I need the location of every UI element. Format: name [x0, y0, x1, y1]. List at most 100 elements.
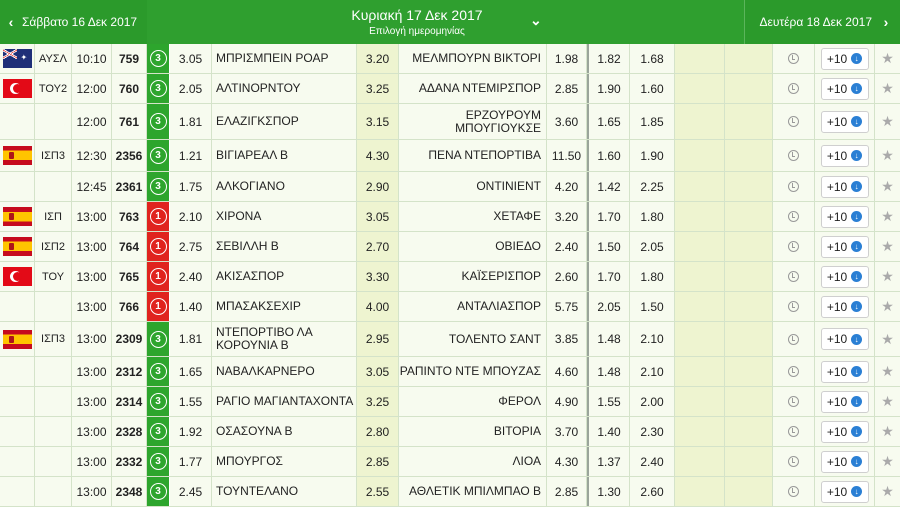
- odd-away[interactable]: 5.75: [547, 292, 587, 321]
- empty-odd-cell[interactable]: [675, 447, 725, 476]
- odd-over[interactable]: 1.68: [630, 44, 675, 73]
- odd-under[interactable]: 1.50: [587, 232, 630, 261]
- more-markets-button[interactable]: +10 ↓: [820, 47, 869, 70]
- odd-away[interactable]: 2.85: [547, 74, 587, 103]
- odd-draw[interactable]: 3.15: [357, 104, 399, 139]
- empty-odd-cell[interactable]: [675, 417, 725, 446]
- odd-under[interactable]: 1.55: [587, 387, 630, 416]
- odd-over[interactable]: 2.00: [630, 387, 675, 416]
- odd-home[interactable]: 2.10: [170, 202, 212, 231]
- star-icon[interactable]: ★: [881, 113, 894, 130]
- empty-odd-cell[interactable]: [675, 387, 725, 416]
- odd-over[interactable]: 2.10: [630, 322, 675, 356]
- odd-home[interactable]: 3.05: [170, 44, 212, 73]
- odd-home[interactable]: 1.40: [170, 292, 212, 321]
- odd-home[interactable]: 2.40: [170, 262, 212, 291]
- odd-home[interactable]: 1.21: [170, 140, 212, 171]
- odd-draw[interactable]: 2.80: [357, 417, 399, 446]
- odd-home[interactable]: 1.81: [170, 322, 212, 356]
- odd-under[interactable]: 1.48: [587, 322, 630, 356]
- prev-day-button[interactable]: ‹ Σάββατο 16 Δεκ 2017: [0, 0, 147, 44]
- odd-draw[interactable]: 2.55: [357, 477, 399, 506]
- empty-odd-cell[interactable]: [725, 477, 773, 506]
- star-icon[interactable]: ★: [881, 80, 894, 97]
- odd-home[interactable]: 2.45: [170, 477, 212, 506]
- odd-draw[interactable]: 4.00: [357, 292, 399, 321]
- odd-away[interactable]: 3.20: [547, 202, 587, 231]
- odd-over[interactable]: 1.50: [630, 292, 675, 321]
- more-markets-button[interactable]: +10 ↓: [820, 77, 869, 100]
- odd-draw[interactable]: 2.90: [357, 172, 399, 201]
- odd-draw[interactable]: 4.30: [357, 140, 399, 171]
- odd-away[interactable]: 4.60: [547, 357, 587, 386]
- odd-home[interactable]: 1.75: [170, 172, 212, 201]
- odd-away[interactable]: 2.40: [547, 232, 587, 261]
- star-icon[interactable]: ★: [881, 147, 894, 164]
- odd-away[interactable]: 4.90: [547, 387, 587, 416]
- empty-odd-cell[interactable]: [675, 140, 725, 171]
- odd-draw[interactable]: 3.25: [357, 74, 399, 103]
- odd-under[interactable]: 1.37: [587, 447, 630, 476]
- odd-away[interactable]: 4.30: [547, 447, 587, 476]
- more-markets-button[interactable]: +10 ↓: [820, 235, 869, 258]
- odd-under[interactable]: 1.42: [587, 172, 630, 201]
- empty-odd-cell[interactable]: [675, 322, 725, 356]
- empty-odd-cell[interactable]: [725, 357, 773, 386]
- empty-odd-cell[interactable]: [725, 172, 773, 201]
- odd-away[interactable]: 2.60: [547, 262, 587, 291]
- star-icon[interactable]: ★: [881, 238, 894, 255]
- odd-under[interactable]: 1.30: [587, 477, 630, 506]
- odd-draw[interactable]: 3.30: [357, 262, 399, 291]
- more-markets-button[interactable]: +10 ↓: [820, 420, 869, 443]
- odd-draw[interactable]: 3.20: [357, 44, 399, 73]
- empty-odd-cell[interactable]: [725, 104, 773, 139]
- empty-odd-cell[interactable]: [675, 74, 725, 103]
- double-chevron-down-icon[interactable]: ⌄: [530, 12, 542, 29]
- more-markets-button[interactable]: +10 ↓: [820, 110, 869, 133]
- empty-odd-cell[interactable]: [675, 477, 725, 506]
- empty-odd-cell[interactable]: [725, 262, 773, 291]
- odd-away[interactable]: 3.60: [547, 104, 587, 139]
- empty-odd-cell[interactable]: [725, 232, 773, 261]
- odd-under[interactable]: 2.05: [587, 292, 630, 321]
- odd-over[interactable]: 1.80: [630, 262, 675, 291]
- star-icon[interactable]: ★: [881, 423, 894, 440]
- empty-odd-cell[interactable]: [675, 172, 725, 201]
- odd-under[interactable]: 1.48: [587, 357, 630, 386]
- odd-home[interactable]: 1.81: [170, 104, 212, 139]
- star-icon[interactable]: ★: [881, 208, 894, 225]
- star-icon[interactable]: ★: [881, 363, 894, 380]
- odd-over[interactable]: 1.80: [630, 202, 675, 231]
- odd-over[interactable]: 1.90: [630, 140, 675, 171]
- odd-away[interactable]: 11.50: [547, 140, 587, 171]
- next-day-button[interactable]: Δευτέρα 18 Δεκ 2017 ›: [744, 0, 900, 44]
- more-markets-button[interactable]: +10 ↓: [820, 295, 869, 318]
- empty-odd-cell[interactable]: [725, 292, 773, 321]
- empty-odd-cell[interactable]: [725, 74, 773, 103]
- odd-draw[interactable]: 3.25: [357, 387, 399, 416]
- odd-over[interactable]: 2.60: [630, 477, 675, 506]
- odd-under[interactable]: 1.40: [587, 417, 630, 446]
- empty-odd-cell[interactable]: [725, 202, 773, 231]
- more-markets-button[interactable]: +10 ↓: [820, 480, 869, 503]
- odd-away[interactable]: 2.85: [547, 477, 587, 506]
- odd-under[interactable]: 1.82: [587, 44, 630, 73]
- empty-odd-cell[interactable]: [675, 202, 725, 231]
- odd-home[interactable]: 2.05: [170, 74, 212, 103]
- more-markets-button[interactable]: +10 ↓: [820, 205, 869, 228]
- empty-odd-cell[interactable]: [725, 44, 773, 73]
- empty-odd-cell[interactable]: [725, 322, 773, 356]
- empty-odd-cell[interactable]: [675, 44, 725, 73]
- odd-home[interactable]: 1.92: [170, 417, 212, 446]
- star-icon[interactable]: ★: [881, 393, 894, 410]
- more-markets-button[interactable]: +10 ↓: [820, 265, 869, 288]
- odd-draw[interactable]: 3.05: [357, 202, 399, 231]
- odd-under[interactable]: 1.90: [587, 74, 630, 103]
- empty-odd-cell[interactable]: [675, 104, 725, 139]
- odd-over[interactable]: 2.10: [630, 357, 675, 386]
- star-icon[interactable]: ★: [881, 483, 894, 500]
- more-markets-button[interactable]: +10 ↓: [820, 144, 869, 167]
- empty-odd-cell[interactable]: [725, 417, 773, 446]
- odd-under[interactable]: 1.60: [587, 140, 630, 171]
- star-icon[interactable]: ★: [881, 50, 894, 67]
